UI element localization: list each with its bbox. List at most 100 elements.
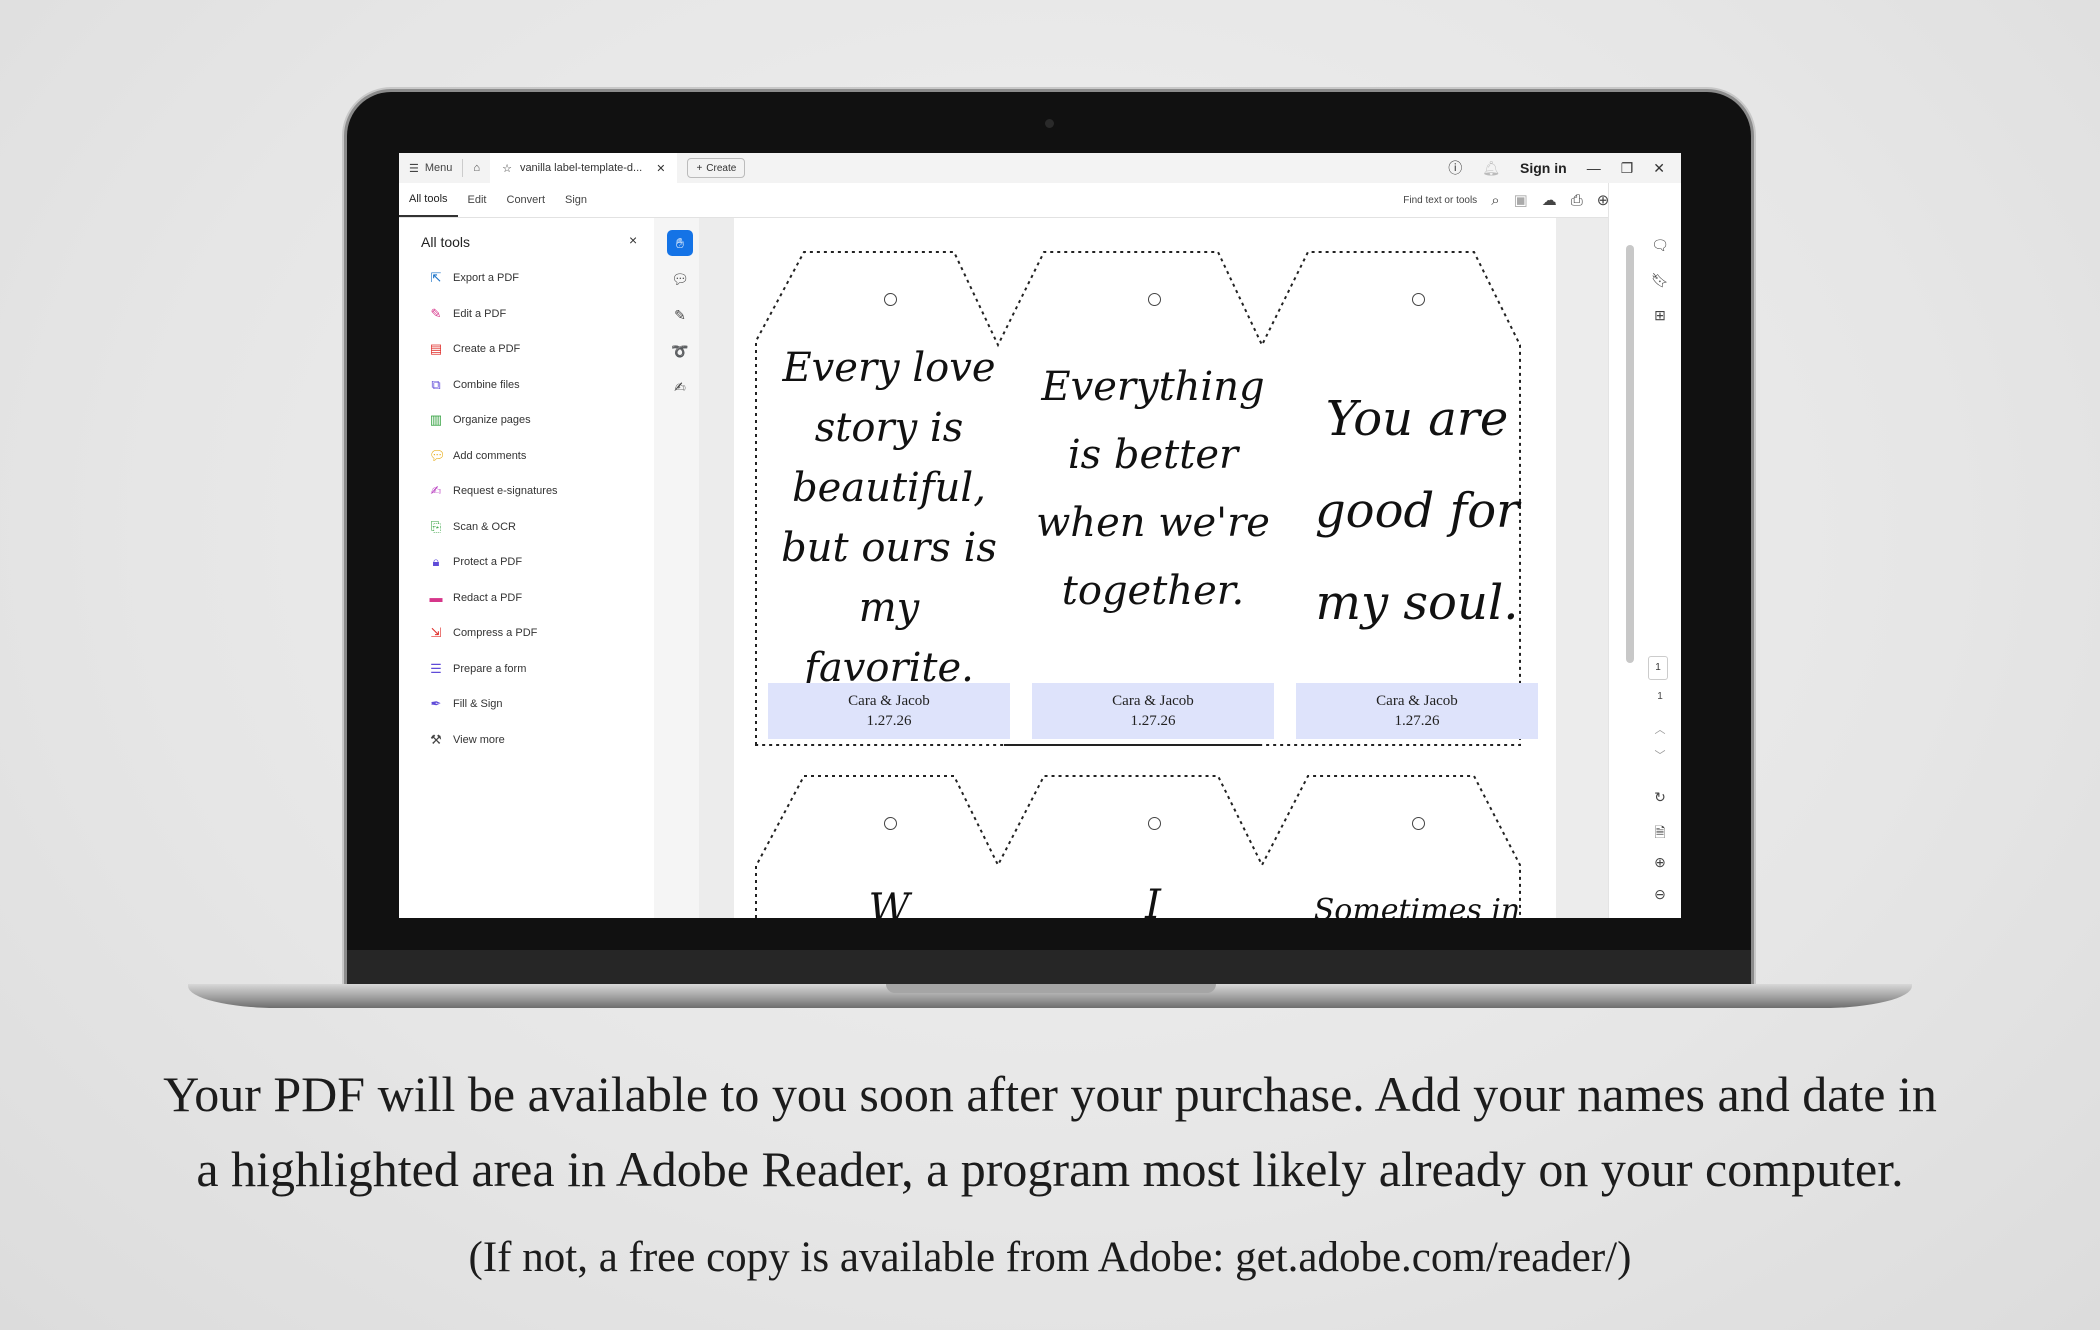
tag-hole — [1412, 293, 1425, 306]
highlight-pen-icon[interactable]: ✎ — [667, 302, 693, 328]
tool-fill-sign[interactable]: ✒ Fill & Sign — [429, 697, 503, 711]
comments-icon[interactable]: 🗨︎ — [1650, 237, 1670, 254]
scroll-thumb[interactable] — [1626, 245, 1634, 663]
tool-prepare-form[interactable]: ☰ Prepare a form — [429, 660, 526, 676]
page-up-icon[interactable]: ︿ — [1650, 721, 1670, 737]
tool-combine-files[interactable]: ⧉ Combine files — [429, 376, 519, 392]
tool-add-comments[interactable]: 💬︎ Add comments — [429, 448, 526, 463]
document-margin-right — [1556, 218, 1608, 918]
names-date-field[interactable]: Cara & Jacob 1.27.26 — [1032, 683, 1274, 739]
organize-pages-icon: ▥ — [429, 412, 443, 427]
add-comment-icon[interactable]: 💬︎ — [667, 266, 693, 292]
title-bar: ☰ Menu ⌂ ☆ vanilla label-template-d... ✕… — [399, 153, 1681, 183]
prepare-form-icon: ☰ — [430, 660, 442, 676]
create-pdf-icon: ▤ — [429, 341, 443, 356]
help-icon[interactable]: ⓘ — [1448, 158, 1462, 178]
tool-label: Scan & OCR — [453, 520, 516, 533]
star-icon[interactable]: ☆ — [502, 162, 512, 175]
tool-create-pdf[interactable]: ▤ Create a PDF — [429, 342, 520, 356]
print-icon[interactable]: ⎙ — [1571, 192, 1583, 209]
protect-pdf-icon: 🔒︎ — [432, 554, 440, 569]
tag-hole — [1412, 817, 1425, 830]
close-icon[interactable]: ✕ — [1653, 160, 1665, 177]
create-label: Create — [706, 162, 737, 174]
find-text-label[interactable]: Find text or tools — [1403, 195, 1477, 206]
tool-label: Fill & Sign — [453, 698, 503, 710]
tool-view-more[interactable]: ⚒ View more — [429, 731, 505, 747]
vertical-scrollbar[interactable] — [1626, 231, 1634, 906]
home-icon: ⌂ — [473, 162, 481, 174]
adobe-reader-window: ☰ Menu ⌂ ☆ vanilla label-template-d... ✕… — [399, 153, 1681, 918]
minimize-icon[interactable]: — — [1587, 160, 1601, 176]
tool-compress-pdf[interactable]: ⇲ Compress a PDF — [429, 626, 538, 640]
caption-line-2: a highlighted area in Adobe Reader, a pr… — [196, 1141, 1904, 1197]
tab-edit[interactable]: Edit — [458, 183, 497, 217]
tool-organize-pages[interactable]: ▥ Organize pages — [429, 413, 531, 427]
document-margin — [699, 218, 734, 918]
bookmarks-icon[interactable]: 🔖︎ — [1650, 272, 1670, 289]
menu-label: Menu — [424, 162, 453, 174]
tool-label: Request e-signatures — [453, 485, 558, 497]
tool-request-esign[interactable]: ✍︎ Request e-signatures — [429, 484, 558, 498]
pdf-page[interactable]: Every love story is beautiful, but ours … — [734, 218, 1556, 918]
stamp-icon[interactable]: ✍︎ — [667, 374, 693, 400]
home-button[interactable]: ⌂ — [463, 153, 490, 183]
laptop-bezel-bottom — [347, 950, 1751, 984]
zoom-in-icon[interactable]: ⊕ — [1650, 854, 1670, 871]
date-text: 1.27.26 — [1130, 713, 1176, 729]
redact-pdf-icon: ▬ — [429, 589, 443, 605]
page-number-input[interactable]: 1 — [1648, 656, 1668, 680]
thumbnails-icon[interactable]: ⊞ — [1650, 307, 1670, 324]
tool-label: Protect a PDF — [453, 556, 523, 568]
sign-in-button[interactable]: Sign in — [1520, 160, 1567, 176]
tag-hole — [884, 293, 897, 306]
caption-line-3: (If not, a free copy is available from A… — [468, 1234, 1632, 1281]
restore-icon[interactable]: ❐ — [1621, 160, 1634, 177]
document-properties-icon[interactable]: 🗎︎ — [1650, 822, 1670, 846]
rotate-icon[interactable]: ↻ — [1650, 789, 1670, 806]
notifications-icon[interactable]: 🔔︎ — [1482, 160, 1500, 177]
tab-title: vanilla label-template-d... — [519, 162, 643, 174]
names-text: Cara & Jacob — [1376, 693, 1458, 709]
names-text: Cara & Jacob — [848, 693, 930, 709]
create-button[interactable]: + Create — [687, 158, 746, 178]
tab-convert[interactable]: Convert — [497, 183, 556, 217]
zoom-out-icon[interactable]: ⊖ — [1650, 886, 1670, 903]
tag-3-quote: You are good for my soul. — [1297, 373, 1537, 649]
names-text: Cara & Jacob — [1112, 693, 1194, 709]
names-date-field[interactable]: Cara & Jacob 1.27.26 — [1296, 683, 1538, 739]
hand-tool-icon[interactable]: ✋︎ — [667, 230, 693, 256]
menu-bar: All tools Edit Convert Sign Find text or… — [399, 183, 1681, 218]
tool-edit-pdf[interactable]: ✎ Edit a PDF — [429, 306, 507, 321]
upload-cloud-icon[interactable]: ☁ — [1542, 191, 1557, 209]
fill-sign-icon: ✒ — [430, 696, 442, 711]
document-tab[interactable]: ☆ vanilla label-template-d... ✕ — [490, 153, 678, 183]
page-down-icon[interactable]: ﹀ — [1650, 747, 1670, 763]
search-icon[interactable]: ⌕ — [1491, 192, 1499, 209]
view-more-icon: ⚒ — [430, 731, 442, 747]
tag-2-quote: Everything is better when we're together… — [1033, 353, 1273, 625]
close-panel-icon[interactable]: × — [629, 232, 637, 248]
hamburger-icon: ☰ — [409, 162, 419, 175]
tool-label: Organize pages — [453, 414, 531, 426]
plus-icon: + — [696, 162, 703, 174]
quote-line: beautiful, — [792, 465, 986, 511]
tool-export-pdf[interactable]: ⇱ Export a PDF — [429, 271, 519, 285]
tool-label: Redact a PDF — [453, 591, 523, 604]
tool-label: Compress a PDF — [453, 627, 538, 639]
menu-button[interactable]: ☰ Menu — [399, 153, 462, 183]
tool-scan-ocr[interactable]: ⎘ Scan & OCR — [429, 519, 516, 534]
tab-all-tools[interactable]: All tools — [399, 183, 458, 217]
tool-label: Edit a PDF — [453, 307, 507, 320]
names-date-field[interactable]: Cara & Jacob 1.27.26 — [768, 683, 1010, 739]
tab-sign[interactable]: Sign — [555, 183, 597, 217]
save-icon[interactable]: ▣ — [1514, 191, 1528, 209]
tool-protect-pdf[interactable]: 🔒︎ Protect a PDF — [429, 554, 523, 569]
tool-redact-pdf[interactable]: ▬ Redact a PDF — [429, 589, 523, 605]
close-tab-icon[interactable]: ✕ — [656, 162, 665, 175]
combine-files-icon: ⧉ — [431, 376, 441, 392]
draw-icon[interactable]: ➰ — [667, 338, 693, 364]
laptop-notch — [886, 984, 1216, 993]
tag-hole — [884, 817, 897, 830]
tool-label: View more — [453, 733, 505, 746]
